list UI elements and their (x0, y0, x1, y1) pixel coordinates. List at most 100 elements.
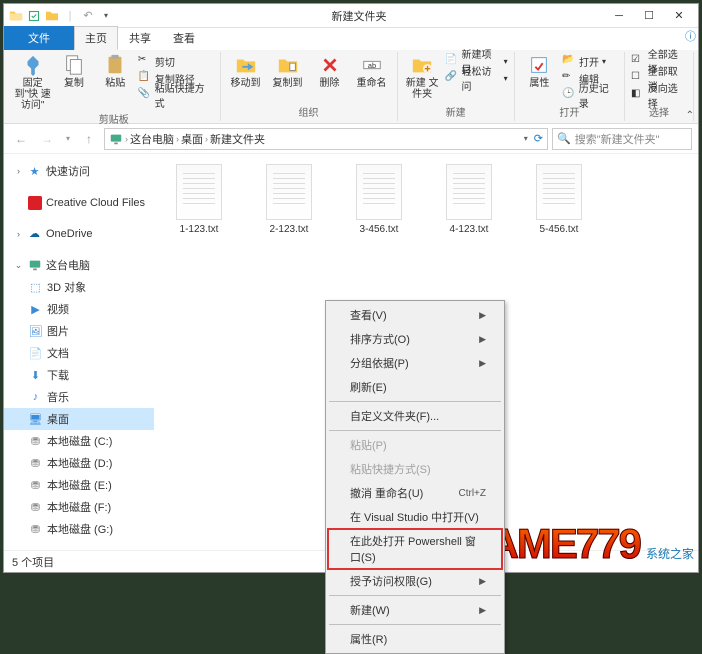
sidebar-pictures[interactable]: 🖼图片 (4, 320, 154, 342)
qat-properties-icon[interactable] (26, 8, 42, 24)
delete-button[interactable]: 删除 (311, 53, 349, 89)
separator (329, 401, 501, 402)
sidebar-disk-d[interactable]: ⛃本地磁盘 (D:) (4, 452, 154, 474)
sidebar-creative-cloud[interactable]: Creative Cloud Files (4, 192, 154, 213)
chevron-right-icon: ▶ (479, 310, 486, 321)
window-title: 新建文件夹 (114, 8, 604, 24)
tab-share[interactable]: 共享 (118, 26, 162, 50)
disk-icon: ⛃ (28, 478, 43, 493)
folder-icon (8, 8, 24, 24)
recent-dropdown-icon[interactable]: ▾ (62, 128, 74, 150)
paste-shortcut-button[interactable]: 📎粘贴快捷方式 (138, 87, 214, 103)
sidebar-disk-e[interactable]: ⛃本地磁盘 (E:) (4, 474, 154, 496)
ctx-open-vs[interactable]: 在 Visual Studio 中打开(V) (328, 505, 502, 529)
ctx-paste: 粘贴(P) (328, 433, 502, 457)
file-item[interactable]: 4-123.txt (434, 164, 504, 235)
properties-button[interactable]: 属性 (521, 53, 558, 103)
sidebar-music[interactable]: ♪音乐 (4, 386, 154, 408)
navigation-pane: ›★快速访问 Creative Cloud Files ›☁OneDrive ⌄… (4, 154, 154, 550)
qat-new-folder-icon[interactable] (44, 8, 60, 24)
sidebar-this-pc[interactable]: ⌄这台电脑 (4, 254, 154, 276)
search-input[interactable]: 🔍 搜索"新建文件夹" (552, 128, 692, 150)
breadcrumb[interactable]: › 这台电脑 › 桌面 › 新建文件夹 ▾ ⟳ (104, 128, 548, 150)
video-icon: ▶ (28, 302, 43, 317)
picture-icon: 🖼 (28, 324, 43, 339)
ctx-properties[interactable]: 属性(R) (328, 627, 502, 651)
chevron-right-icon: ▶ (479, 576, 486, 587)
paste-button[interactable]: 粘贴 (97, 53, 134, 111)
new-folder-button[interactable]: 新建 文件夹 (404, 53, 441, 100)
ctx-open-powershell[interactable]: 在此处打开 Powershell 窗口(S) (328, 529, 502, 569)
tab-file[interactable]: 文件 (4, 26, 74, 50)
close-button[interactable]: ✕ (664, 4, 694, 28)
ctx-new[interactable]: 新建(W)▶ (328, 598, 502, 622)
ctx-group[interactable]: 分组依据(P)▶ (328, 351, 502, 375)
address-dropdown-icon[interactable]: ▾ (524, 134, 528, 143)
separator (329, 430, 501, 431)
chevron-right-icon: ▶ (479, 334, 486, 345)
chevron-right-icon: ▶ (479, 358, 486, 369)
onedrive-icon: ☁ (27, 226, 42, 241)
ctx-refresh[interactable]: 刷新(E) (328, 375, 502, 399)
disk-icon: ⛃ (28, 500, 43, 515)
qat-dropdown-icon[interactable]: ▾ (98, 8, 114, 24)
cloud-icon (27, 195, 42, 210)
file-item[interactable]: 1-123.txt (164, 164, 234, 235)
txt-file-icon (266, 164, 312, 220)
txt-file-icon (446, 164, 492, 220)
refresh-icon[interactable]: ⟳ (534, 132, 543, 145)
copy-button[interactable]: 复制 (55, 53, 92, 111)
crumb-desktop[interactable]: 桌面 (181, 131, 203, 147)
rename-button[interactable]: ab 重命名 (353, 53, 391, 89)
svg-text:ab: ab (367, 61, 375, 70)
maximize-button[interactable]: ☐ (634, 4, 664, 28)
tab-view[interactable]: 查看 (162, 26, 206, 50)
copy-to-button[interactable]: 复制到 (269, 53, 307, 89)
easy-access-button[interactable]: 🔗轻松访问▾ (445, 70, 508, 86)
disk-icon: ⛃ (28, 434, 43, 449)
forward-button[interactable]: → (36, 128, 58, 150)
ctx-undo-rename[interactable]: 撤消 重命名(U)Ctrl+Z (328, 481, 502, 505)
sidebar-disk-c[interactable]: ⛃本地磁盘 (C:) (4, 430, 154, 452)
sidebar-downloads[interactable]: ⬇下载 (4, 364, 154, 386)
file-item[interactable]: 2-123.txt (254, 164, 324, 235)
item-count: 5 个项目 (12, 554, 54, 570)
ctx-view[interactable]: 查看(V)▶ (328, 303, 502, 327)
ctx-customize[interactable]: 自定义文件夹(F)... (328, 404, 502, 428)
download-icon: ⬇ (28, 368, 43, 383)
ribbon-collapse-icon[interactable]: ⌃ (686, 110, 694, 121)
sidebar-onedrive[interactable]: ›☁OneDrive (4, 223, 154, 244)
cut-button[interactable]: ✂剪切 (138, 53, 214, 69)
ribbon: 固定到"快 速访问" 复制 粘贴 ✂剪切 📋复制路径 📎粘贴快捷方式 剪贴板 (4, 50, 698, 124)
music-icon: ♪ (28, 390, 43, 405)
cube-icon: ⬚ (28, 280, 43, 295)
back-button[interactable]: ← (10, 128, 32, 150)
sidebar-quick-access[interactable]: ›★快速访问 (4, 160, 154, 182)
sidebar-videos[interactable]: ▶视频 (4, 298, 154, 320)
disk-icon: ⛃ (28, 456, 43, 471)
sidebar-desktop[interactable]: 🖥桌面 (4, 408, 154, 430)
minimize-button[interactable]: ─ (604, 4, 634, 28)
sidebar-documents[interactable]: 📄文档 (4, 342, 154, 364)
sidebar-3d-objects[interactable]: ⬚3D 对象 (4, 276, 154, 298)
qat-undo-icon[interactable]: ↶ (80, 8, 96, 24)
ctx-grant-access[interactable]: 授予访问权限(G)▶ (328, 569, 502, 593)
file-item[interactable]: 3-456.txt (344, 164, 414, 235)
context-menu: 查看(V)▶ 排序方式(O)▶ 分组依据(P)▶ 刷新(E) 自定义文件夹(F)… (325, 300, 505, 654)
sidebar-disk-f[interactable]: ⛃本地磁盘 (F:) (4, 496, 154, 518)
crumb-pc[interactable]: 这台电脑 (130, 131, 174, 147)
crumb-folder[interactable]: 新建文件夹 (210, 131, 265, 147)
document-icon: 📄 (28, 346, 43, 361)
open-button[interactable]: 📂打开▾ (562, 53, 618, 69)
tab-home[interactable]: 主页 (74, 26, 118, 50)
address-bar: ← → ▾ ↑ › 这台电脑 › 桌面 › 新建文件夹 ▾ ⟳ 🔍 搜索"新建文… (4, 124, 698, 154)
help-icon[interactable]: ⓘ (685, 28, 696, 44)
ctx-sort[interactable]: 排序方式(O)▶ (328, 327, 502, 351)
sidebar-disk-g[interactable]: ⛃本地磁盘 (G:) (4, 518, 154, 540)
move-to-button[interactable]: 移动到 (227, 53, 265, 89)
file-item[interactable]: 5-456.txt (524, 164, 594, 235)
up-button[interactable]: ↑ (78, 128, 100, 150)
history-button[interactable]: 🕒历史记录 (562, 87, 618, 103)
invert-selection-button[interactable]: ◧反向选择 (631, 87, 687, 103)
pin-to-quick-access-button[interactable]: 固定到"快 速访问" (14, 53, 51, 111)
